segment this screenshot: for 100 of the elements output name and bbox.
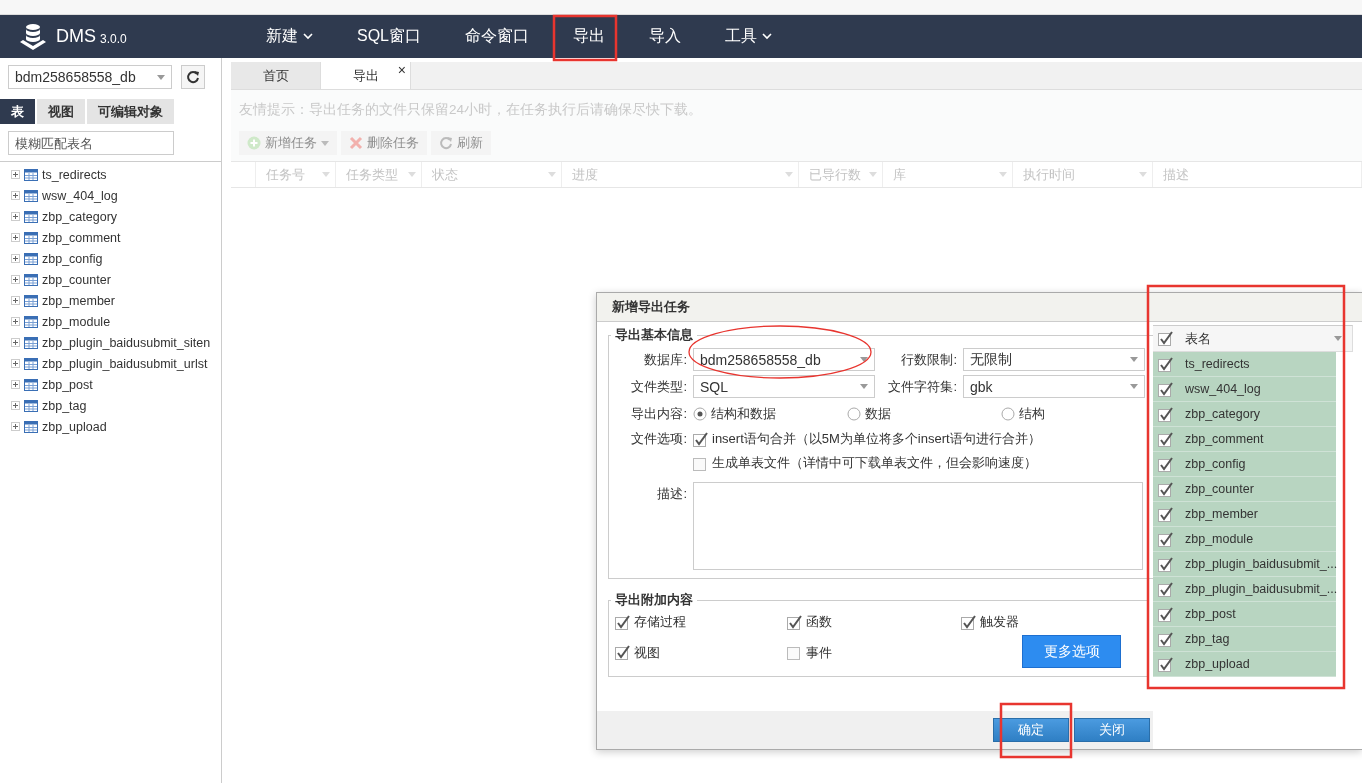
dialog-title: 新增导出任务: [597, 293, 1362, 322]
table-row[interactable]: zbp_tag: [1153, 627, 1336, 652]
checkbox[interactable]: [1158, 431, 1173, 447]
radio-button[interactable]: [693, 406, 707, 421]
table-name: zbp_config: [1185, 457, 1246, 471]
table-name[interactable]: zbp_module: [42, 314, 111, 329]
dropdown-field[interactable]: SQL: [693, 375, 875, 398]
checkbox[interactable]: [1158, 506, 1173, 522]
sidebar-tab[interactable]: 表: [0, 99, 35, 124]
table-name: zbp_member: [1185, 507, 1258, 521]
radio-button[interactable]: [1001, 406, 1015, 421]
checkbox[interactable]: [1158, 456, 1173, 472]
checkbox[interactable]: [1158, 481, 1173, 497]
menu-item[interactable]: 导出: [551, 15, 627, 58]
page-tab[interactable]: 导出 ×: [321, 62, 411, 89]
table-name[interactable]: zbp_post: [42, 377, 93, 392]
menu-item[interactable]: SQL窗口: [335, 15, 443, 58]
checkbox[interactable]: [1158, 656, 1173, 672]
description-field[interactable]: [693, 482, 1143, 570]
menu-item[interactable]: 工具: [703, 15, 794, 58]
table-row[interactable]: zbp_member: [1153, 502, 1336, 527]
table-row[interactable]: zbp_comment: [1153, 427, 1336, 452]
database-select[interactable]: bdm258658558_db: [8, 65, 172, 89]
table-name[interactable]: zbp_member: [42, 293, 115, 308]
table-name: zbp_plugin_baidusubmit_...: [1185, 582, 1338, 596]
table-name: zbp_upload: [1185, 657, 1250, 671]
table-row[interactable]: zbp_module: [1153, 527, 1336, 552]
table-icon: [24, 231, 38, 244]
checkbox[interactable]: [1158, 606, 1173, 622]
expand-icon: [11, 254, 20, 263]
table-row[interactable]: zbp_post: [1153, 602, 1336, 627]
table-row[interactable]: wsw_404_log: [1153, 377, 1336, 402]
dialog-button[interactable]: 确定: [993, 718, 1069, 742]
table-name[interactable]: zbp_counter: [42, 272, 111, 287]
table-row[interactable]: zbp_plugin_baidusubmit_...: [1153, 577, 1336, 602]
sidebar-tab[interactable]: 视图: [37, 99, 85, 124]
table-name: wsw_404_log: [1185, 382, 1261, 396]
checkbox[interactable]: [787, 614, 802, 630]
expand-icon: [11, 401, 20, 410]
table-icon: [24, 189, 38, 202]
table-name[interactable]: zbp_upload: [42, 419, 107, 434]
checkbox[interactable]: [1158, 356, 1173, 372]
checkbox[interactable]: [787, 645, 802, 660]
table-row[interactable]: ts_redirects: [1153, 352, 1336, 377]
table-name[interactable]: zbp_comment: [42, 230, 121, 245]
table-icon: [24, 336, 38, 349]
refresh-icon: [186, 70, 200, 84]
field-label: 导出内容:: [630, 404, 687, 423]
table-name[interactable]: ts_redirects: [42, 167, 107, 182]
checkbox[interactable]: [1158, 406, 1173, 422]
checkbox[interactable]: [1158, 331, 1173, 346]
checkbox[interactable]: [615, 614, 630, 630]
checkbox[interactable]: [615, 645, 630, 660]
radio-button[interactable]: [847, 406, 861, 421]
table-row[interactable]: zbp_counter: [1153, 477, 1336, 502]
table-row[interactable]: zbp_plugin_baidusubmit_...: [1153, 552, 1336, 577]
table-name[interactable]: zbp_tag: [42, 398, 87, 413]
table-row[interactable]: zbp_config: [1153, 452, 1336, 477]
table-name[interactable]: wsw_404_log: [42, 188, 118, 203]
dropdown-field[interactable]: bdm258658558_db: [693, 348, 875, 371]
expand-icon: [11, 296, 20, 305]
menu-item[interactable]: 新建: [244, 15, 335, 58]
table-name[interactable]: zbp_config: [42, 251, 103, 266]
refresh-button[interactable]: [181, 65, 205, 89]
column-header: 状态: [432, 165, 458, 184]
checkbox[interactable]: [1158, 556, 1173, 572]
page-tab[interactable]: 首页: [231, 62, 321, 89]
checkbox[interactable]: [961, 614, 976, 630]
menu-item[interactable]: 命令窗口: [443, 15, 551, 58]
table-row[interactable]: zbp_category: [1153, 402, 1336, 427]
add-icon: [247, 136, 261, 150]
table-row[interactable]: zbp_upload: [1153, 652, 1336, 677]
field-label: 文件类型:: [630, 377, 687, 396]
checkbox[interactable]: [1158, 631, 1173, 647]
dropdown-field[interactable]: gbk: [963, 375, 1145, 398]
dropdown-field[interactable]: 无限制: [963, 348, 1145, 371]
checkbox[interactable]: [693, 431, 708, 447]
sidebar-tab[interactable]: 可编辑对象: [87, 99, 174, 124]
menu-item[interactable]: 导入: [627, 15, 703, 58]
table-name: ts_redirects: [1185, 357, 1250, 371]
expand-icon: [11, 422, 20, 431]
table-name[interactable]: zbp_category: [42, 209, 118, 224]
checkbox[interactable]: [1158, 381, 1173, 397]
caret-icon: [322, 172, 330, 177]
close-icon[interactable]: ×: [397, 62, 406, 78]
column-header: 表名: [1185, 329, 1212, 348]
version-label: 3.0.0: [100, 31, 127, 46]
table-search-field[interactable]: 模糊匹配表名: [8, 131, 174, 155]
option-label: 函数: [806, 613, 832, 631]
checkbox[interactable]: [693, 455, 708, 471]
field-label: 文件选项:: [630, 430, 687, 448]
column-header: 描述: [1163, 165, 1189, 184]
dialog-button[interactable]: 关闭: [1074, 718, 1150, 742]
option-label: 生成单表文件（详情中可下载单表文件，但会影响速度）: [712, 454, 1037, 472]
checkbox[interactable]: [1158, 581, 1173, 597]
checkbox[interactable]: [1158, 531, 1173, 547]
table-name[interactable]: zbp_plugin_baidusubmit_urlst: [42, 356, 208, 371]
table-name: zbp_category: [1185, 407, 1261, 421]
table-name[interactable]: zbp_plugin_baidusubmit_siten: [42, 335, 211, 350]
column-header: 库: [893, 165, 906, 184]
